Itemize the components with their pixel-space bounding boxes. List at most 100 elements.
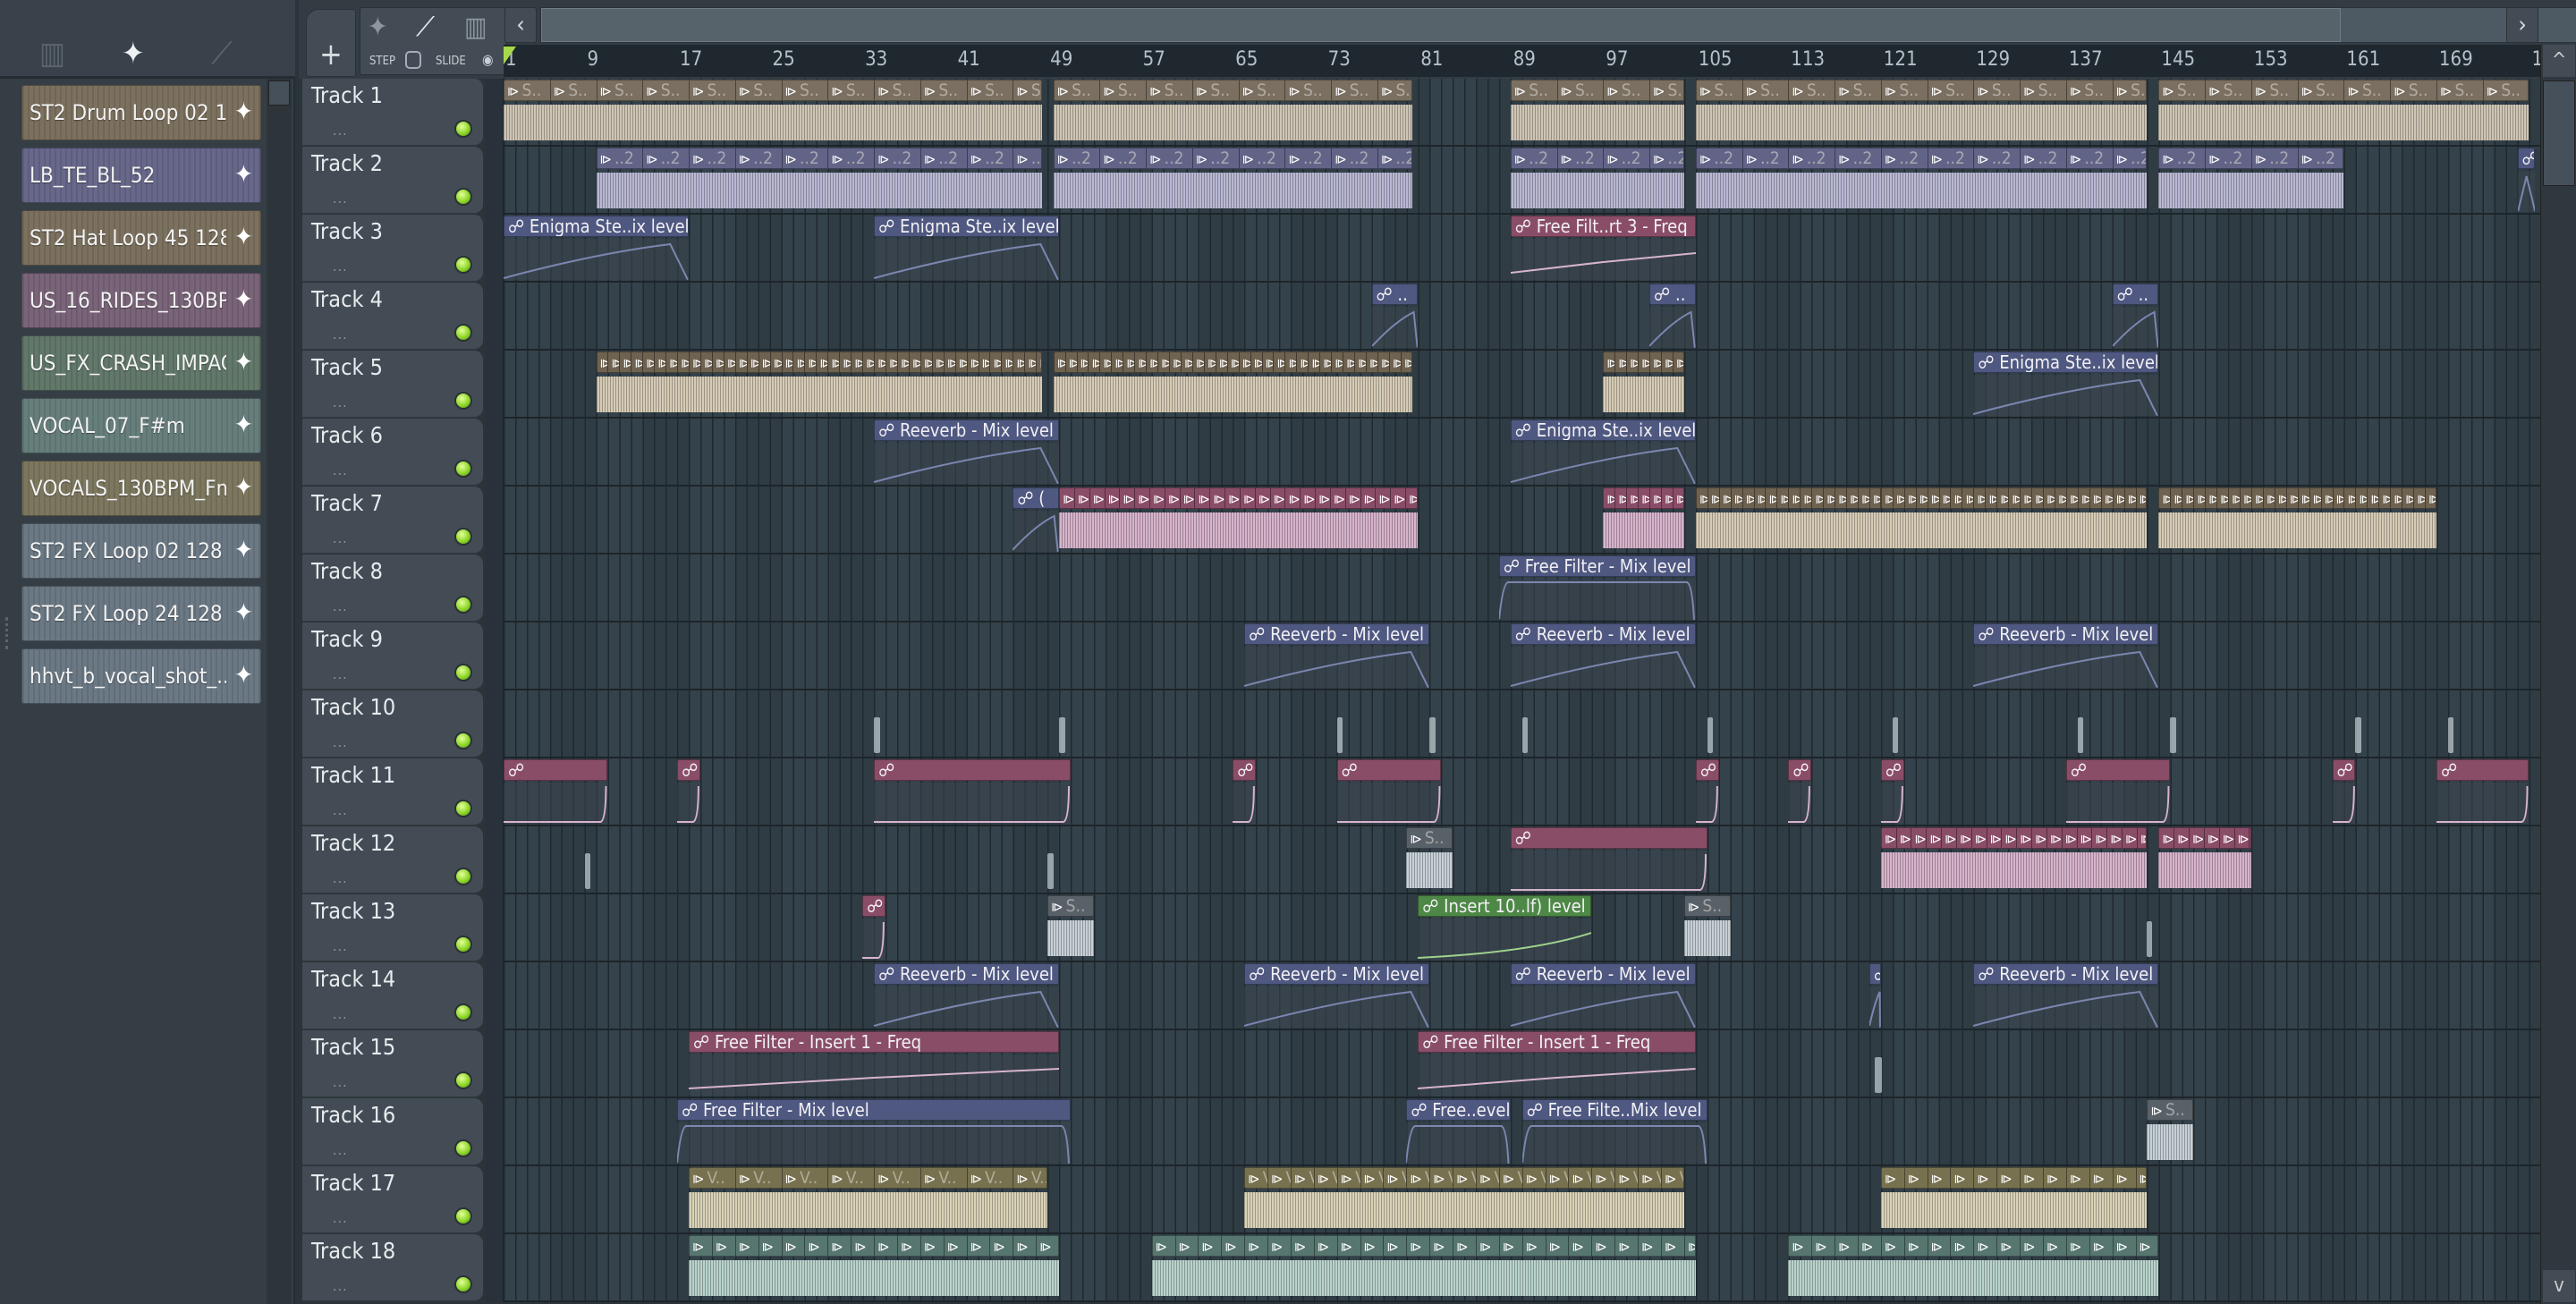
browser-clip-item[interactable]: ST2 FX Loop 02 128 ✦ <box>21 523 261 579</box>
automation-clip[interactable]: ☍ Reeverb - Mix level <box>1973 623 2159 688</box>
track-lock-strip[interactable] <box>485 962 504 1030</box>
clip-header[interactable]: ☍ <box>1868 963 1881 985</box>
clip-header[interactable]: ☍ Free Filter - Mix level <box>677 1099 1072 1121</box>
clip-header[interactable]: ☍ <box>1880 759 1904 781</box>
vertical-scrollbar[interactable]: ^ v <box>2540 45 2576 1304</box>
track-options-icon[interactable]: ... <box>333 869 348 886</box>
track-options-icon[interactable]: ... <box>333 326 348 343</box>
scroll-thumb[interactable] <box>268 80 290 106</box>
automation-clip[interactable] <box>1047 853 1054 889</box>
clip-header[interactable]: ☍ Enigma Ste..ix level <box>1510 419 1696 441</box>
clip-header[interactable]: ☍ <box>504 759 608 781</box>
track-lock-strip[interactable] <box>485 894 504 962</box>
track-header[interactable]: Track 18... <box>302 1234 483 1301</box>
track-mute-led[interactable] <box>454 392 472 410</box>
track-options-icon[interactable]: ... <box>333 190 348 207</box>
automation-clip[interactable] <box>1059 717 1065 753</box>
track-options-icon[interactable]: ... <box>333 529 348 546</box>
clip-header[interactable]: ☍ <box>862 895 886 917</box>
audio-clip[interactable]: ⧐ S.. ⧐ S.. ⧐ S.. ⧐ S.. ⧐ S.. ⧐ S.. ⧐ S.. ⧐ S.. ⧐ S.. ⧐ S..… <box>504 80 1042 144</box>
track-header[interactable]: Track 13... <box>302 894 483 961</box>
clip-header[interactable]: ⧐⧐⧐⧐⧐⧐⧐ <box>2158 827 2251 849</box>
track-mute-led[interactable] <box>454 1003 472 1021</box>
clip-header[interactable]: ☍ Reeverb - Mix level <box>874 419 1060 441</box>
automation-clip[interactable]: ☍ Reeverb - Mix level <box>874 963 1060 1028</box>
track-lock-strip[interactable] <box>485 1098 504 1166</box>
scroll-right-button[interactable]: › <box>2506 7 2538 43</box>
automation-clip[interactable]: ☍ <box>874 759 1072 824</box>
clip-header[interactable]: ⧐ S.. <box>2147 1099 2194 1121</box>
automation-clip[interactable]: ☍ <box>1336 759 1442 824</box>
track-lane[interactable]: ⧐..2⧐..2⧐..2⧐..2⧐..2⧐..2⧐..2⧐..2⧐..2⧐..2… <box>504 147 2540 215</box>
clip-header[interactable]: ☍ <box>874 759 1072 781</box>
clip-header[interactable]: ☍ .. <box>1649 284 1696 305</box>
track-options-icon[interactable]: ... <box>333 801 348 818</box>
slide-toggle[interactable]: ◉ <box>482 51 494 68</box>
clip-header[interactable]: ☍ <box>2436 759 2529 781</box>
clip-header[interactable]: ⧐ S.. <box>1683 895 1731 917</box>
clip-header[interactable]: ⧐..2⧐..2⧐..2⧐..2⧐..2⧐..2⧐..2⧐..2⧐..2⧐..2 <box>596 148 1042 169</box>
audio-clips-icon[interactable]: ✦ <box>122 36 145 72</box>
track-mute-led[interactable] <box>454 732 472 749</box>
scroll-up-button[interactable]: ^ <box>2543 45 2575 77</box>
clip-header[interactable]: ☍ Enigma Ste..ix level <box>874 216 1060 237</box>
clip-header[interactable]: ☍ <box>2065 759 2171 781</box>
scroll-left-button[interactable]: ‹ <box>504 7 537 43</box>
automation-clip[interactable]: ☍ <box>1510 827 1707 892</box>
track-options-icon[interactable]: ... <box>333 1005 348 1022</box>
audio-clip[interactable]: ⧐..2⧐..2⧐..2⧐..2 <box>1510 148 1684 212</box>
timeline-ruler[interactable]: 1 9 17 25 33 41 49 57 65 73 81 89 97 105 113 121 129 137 1… <box>504 45 2540 77</box>
resize-grip[interactable] <box>5 617 9 649</box>
track-header[interactable]: Track 4... <box>302 283 483 350</box>
clip-header[interactable]: ⧐ V.. ⧐ V.. ⧐ V.. ⧐ V.. ⧐ V.. ⧐ V.. ⧐ V.. ⧐ V.. <box>689 1167 1048 1189</box>
clip-header[interactable]: ☍ Reeverb - Mix level <box>874 963 1060 985</box>
audio-clip[interactable]: ⧐⧐⧐⧐⧐⧐⧐⧐⧐⧐⧐⧐⧐⧐⧐⧐⧐⧐⧐⧐⧐⧐⧐ <box>1880 487 2148 552</box>
clip-header[interactable]: ☍ <box>1233 759 1257 781</box>
automation-clip[interactable] <box>2170 717 2176 753</box>
automation-clip[interactable]: ☍ Free..evel <box>1406 1099 1511 1164</box>
track-mute-led[interactable] <box>454 460 472 478</box>
clip-header[interactable]: ⧐⧐⧐⧐⧐⧐⧐⧐⧐⧐⧐⧐⧐⧐⧐⧐⧐⧐⧐⧐⧐⧐⧐⧐ <box>2158 487 2436 509</box>
track-mute-led[interactable] <box>454 664 472 682</box>
track-options-icon[interactable]: ... <box>333 665 348 682</box>
automation-clip[interactable] <box>1875 1057 1883 1093</box>
track-lane[interactable]: ☍ ⧐ S.. ☍ Insert 10..lf) level ⧐ S.. <box>504 894 2540 962</box>
track-header[interactable]: Track 8... <box>302 555 483 622</box>
clip-header[interactable]: ☍ <box>1788 759 1812 781</box>
automation-clip[interactable]: ☍ .. <box>1649 284 1696 348</box>
track-header[interactable]: Track 9... <box>302 622 483 690</box>
track-header[interactable]: Track 6... <box>302 419 483 486</box>
track-mute-led[interactable] <box>454 528 472 546</box>
browser-clip-item[interactable]: VOCAL_07_F#m ✦ <box>21 398 261 453</box>
clip-header[interactable]: ⧐⧐⧐⧐⧐⧐⧐⧐⧐⧐⧐⧐⧐⧐⧐⧐⧐⧐⧐⧐⧐⧐⧐⧐⧐⧐⧐⧐⧐⧐⧐⧐⧐⧐⧐⧐⧐⧐⧐ <box>596 351 1042 373</box>
track-options-icon[interactable]: ... <box>333 733 348 750</box>
automation-clip[interactable] <box>2147 921 2152 957</box>
scroll-thumb[interactable] <box>2543 80 2575 186</box>
track-options-icon[interactable]: ... <box>333 461 348 478</box>
track-mute-led[interactable] <box>454 868 472 885</box>
clip-header[interactable]: ☍ <box>1336 759 1442 781</box>
track-lane[interactable]: ☍ Reeverb - Mix level ☍ Reeverb - Mix lev… <box>504 622 2540 690</box>
track-header[interactable]: Track 3... <box>302 215 483 282</box>
clip-header[interactable]: ☍ Insert 10..lf) level <box>1418 895 1592 917</box>
audio-clip[interactable]: ⧐ ⧐ ⧐ ⧐ ⧐ ⧐ ⧐ ⧐ ⧐ ⧐ ⧐ ⧐ ⧐ ⧐ ⧐ ⧐ <box>689 1235 1060 1300</box>
track-lane[interactable]: ⧐⧐⧐⧐⧐⧐⧐⧐⧐⧐⧐⧐⧐⧐⧐⧐⧐⧐⧐⧐⧐⧐⧐⧐⧐⧐⧐⧐⧐⧐⧐⧐⧐⧐⧐⧐⧐⧐⧐⧐… <box>504 1234 2540 1302</box>
automation-clip[interactable]: ☍ <box>2065 759 2171 824</box>
audio-clip[interactable]: ⧐ S.. <box>2147 1099 2194 1164</box>
automation-clip[interactable]: ☍ <box>1880 759 1904 824</box>
automation-clip[interactable]: ☍ ( <box>1013 487 1060 552</box>
track-options-icon[interactable]: ... <box>333 1209 348 1226</box>
track-header[interactable]: Track 12... <box>302 826 483 893</box>
track-lane[interactable]: ☍ Reeverb - Mix level ☍ Enigma Ste..ix le… <box>504 419 2540 487</box>
piano-tool-icon[interactable]: ▥ <box>464 12 487 43</box>
browser-clip-item[interactable]: hhvt_b_vocal_shot_.. ✦ <box>21 648 261 704</box>
track-header[interactable]: Track 15... <box>302 1030 483 1097</box>
track-lane[interactable]: ☍ Free Filter - Mix level <box>504 555 2540 622</box>
automation-clip[interactable]: ☍ Enigma Ste..ix level <box>1510 419 1696 484</box>
track-mute-led[interactable] <box>454 1139 472 1157</box>
track-options-icon[interactable]: ... <box>333 394 348 411</box>
track-mute-led[interactable] <box>454 256 472 274</box>
clip-header[interactable]: ☍ .. <box>2112 284 2159 305</box>
audio-clip[interactable]: ⧐ S.. <box>1047 895 1094 960</box>
add-track-button[interactable]: + <box>306 9 356 77</box>
